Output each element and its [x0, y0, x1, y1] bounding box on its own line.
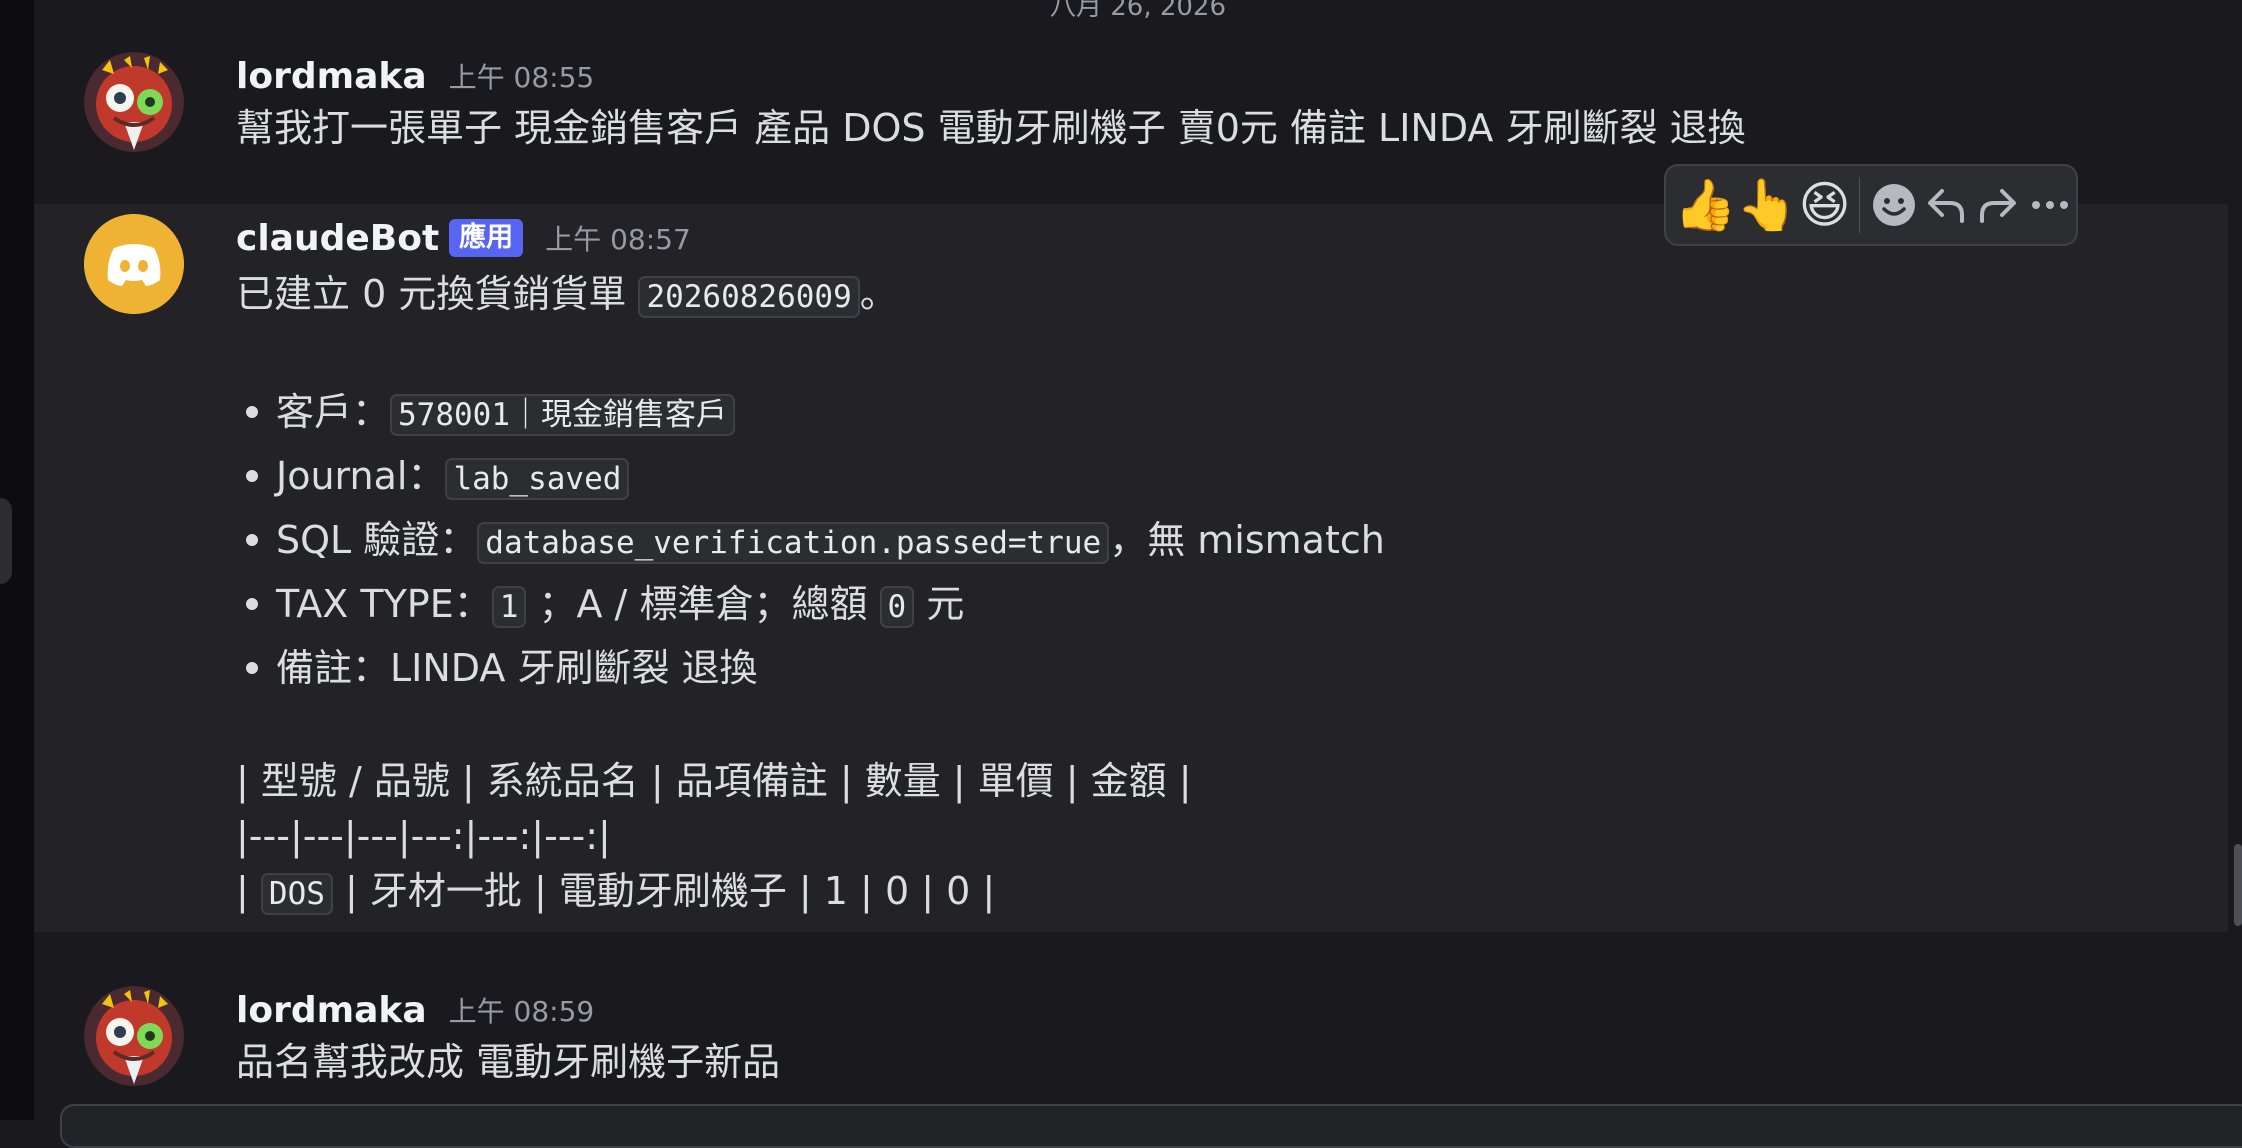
message-timestamp: 上午 08:59 [448, 995, 595, 1028]
list-item-remark: 備註：LINDA 牙刷斷裂 退換 [246, 636, 2188, 700]
forward-arrow-icon [1980, 189, 2017, 223]
message-text: 幫我打一張單子 現金銷售客戶 產品 DOS 電動牙刷機子 賣0元 備註 LIND… [236, 106, 1746, 150]
owl-avatar-icon [84, 986, 184, 1086]
server-pill-indicator [0, 498, 12, 584]
message-claudebot: claudeBot 應用 上午 08:57 已建立 0 元換貨銷貨單 20260… [34, 204, 2228, 932]
order-created-line: 已建立 0 元換貨銷貨單 20260826009。 [236, 262, 2188, 326]
model-code: DOS [260, 873, 333, 915]
message-text: 品名幫我改成 電動牙刷機子新品 [236, 1040, 781, 1084]
tax-type-code: 1 [491, 586, 527, 628]
journal-code: lab_saved [445, 458, 630, 500]
ellipsis-icon [2032, 201, 2069, 209]
message-timestamp: 上午 08:57 [545, 223, 691, 256]
message-lordmaka-2: lordmaka 上午 08:59 品名幫我改成 電動牙刷機子新品 [34, 976, 2228, 1096]
order-details-list: 客戶： 578001｜現金銷售客戶 Journal： lab_saved SQL 驗… [236, 380, 2188, 700]
order-number-code: 20260826009 [638, 276, 860, 318]
bot-avatar[interactable] [84, 214, 184, 314]
add-reaction-icon[interactable] [1868, 170, 1920, 240]
list-item-customer: 客戶： 578001｜現金銷售客戶 [246, 380, 2188, 444]
toolbar-divider [1858, 177, 1861, 233]
thumbs-up-reaction[interactable]: 👍 [1674, 170, 1736, 240]
message-action-toolbar: 👍 👆 😆 [1664, 164, 2078, 246]
customer-code: 578001｜現金銷售客戶 [390, 394, 735, 436]
owl-avatar-icon [84, 52, 184, 152]
message-header: lordmaka 上午 08:59 [236, 986, 2188, 1034]
user-avatar[interactable] [84, 52, 184, 152]
order-created-text: 已建立 0 元換貨銷貨單 [236, 272, 627, 316]
username[interactable]: lordmaka [236, 56, 427, 97]
forward-icon[interactable] [1972, 170, 2024, 240]
order-created-suffix: 。 [859, 272, 898, 316]
smiley-icon [1873, 184, 1916, 226]
total-code: 0 [879, 586, 915, 628]
username[interactable]: lordmaka [236, 990, 427, 1031]
message-lordmaka-1: lordmaka 上午 08:55 幫我打一張單子 現金銷售客戶 產品 DOS … [34, 42, 2228, 162]
date-divider: 八月 26, 2026 [1049, 0, 1227, 22]
user-avatar[interactable] [84, 986, 184, 1086]
point-up-reaction[interactable]: 👆 [1736, 170, 1798, 240]
reply-icon[interactable] [1920, 170, 1972, 240]
scrollbar-thumb[interactable] [2234, 844, 2242, 926]
sql-code: database_verification.passed=true [477, 522, 1110, 564]
username[interactable]: claudeBot [236, 218, 439, 259]
message-header: lordmaka 上午 08:55 [236, 52, 2188, 100]
chat-area: 八月 26, 2026 lordmaka 上午 08:55 幫我打一張單子 現金… [34, 0, 2242, 1120]
table-header-line: | 型號 / 品號 | 系統品名 | 品項備註 | 數量 | 單價 | 金額 | [236, 759, 1192, 803]
table-row: | DOS | 牙材一批 | 電動牙刷機子 | 1 | 0 | 0 | [236, 869, 996, 915]
list-item-journal: Journal： lab_saved [246, 444, 2188, 508]
app-badge: 應用 [449, 219, 524, 257]
message-composer-edge[interactable] [60, 1104, 2242, 1148]
reply-arrow-icon [1928, 189, 1965, 223]
list-item-tax: TAX TYPE： 1 ；A / 標準倉；總額 0 元 [246, 572, 2188, 636]
discord-logo-icon [84, 214, 184, 314]
more-icon[interactable] [2024, 170, 2076, 240]
laughing-reaction[interactable]: 😆 [1799, 170, 1851, 240]
list-item-sql: SQL 驗證： database_verification.passed=true… [246, 508, 2188, 572]
table-separator-line: |---|---|---|---:|---:|---:| [236, 814, 611, 858]
message-timestamp: 上午 08:55 [448, 61, 595, 94]
